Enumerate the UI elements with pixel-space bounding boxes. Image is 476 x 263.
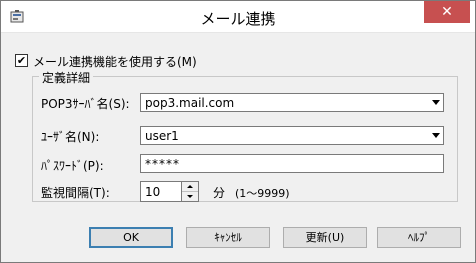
arrow-up-icon xyxy=(187,185,193,188)
ok-button[interactable]: OK xyxy=(89,227,173,248)
chevron-down-icon[interactable] xyxy=(432,133,440,138)
check-icon: ✔ xyxy=(16,54,27,67)
close-icon: ✕ xyxy=(441,4,453,20)
chevron-down-icon[interactable] xyxy=(432,100,440,105)
spin-up-button[interactable] xyxy=(182,182,198,192)
window-title: メール連携 xyxy=(200,10,276,28)
interval-value: 10 xyxy=(145,185,161,199)
dialog-body: ✔ メール連携機能を使用する(M) 定義詳細 POP3ｻｰﾊﾞ名(S): pop… xyxy=(1,33,475,262)
password-value: ***** xyxy=(145,157,180,171)
close-button[interactable]: ✕ xyxy=(424,1,470,23)
cancel-button[interactable]: ｷｬﾝｾﾙ xyxy=(186,227,270,248)
arrow-down-icon xyxy=(187,195,193,198)
interval-spinner xyxy=(182,181,199,202)
interval-range-hint: (1〜9999) xyxy=(235,187,290,200)
interval-input[interactable]: 10 xyxy=(140,181,182,202)
enable-mail-link-checkbox[interactable]: ✔ xyxy=(15,54,28,67)
pop3-server-value: pop3.mail.com xyxy=(145,96,235,110)
password-label: ﾊﾟｽﾜｰﾄﾞ(P): xyxy=(41,159,104,173)
user-name-combo[interactable]: user1 xyxy=(140,126,444,145)
user-name-value: user1 xyxy=(145,129,179,143)
interval-label: 監視間隔(T): xyxy=(41,186,110,200)
help-button[interactable]: ﾍﾙﾌﾟ xyxy=(377,227,461,248)
interval-unit: 分 xyxy=(213,186,226,200)
spin-down-button[interactable] xyxy=(182,192,198,202)
pop3-server-combo[interactable]: pop3.mail.com xyxy=(140,93,444,112)
pop3-server-label: POP3ｻｰﾊﾞ名(S): xyxy=(41,97,130,111)
update-button[interactable]: 更新(U) xyxy=(283,227,367,248)
password-field[interactable]: ***** xyxy=(140,154,444,173)
user-name-label: ﾕｰｻﾞ名(N): xyxy=(41,130,100,144)
mail-link-dialog: メール連携 ✕ ✔ メール連携機能を使用する(M) 定義詳細 POP3ｻｰﾊﾞ名… xyxy=(0,0,476,263)
enable-mail-link-label[interactable]: メール連携機能を使用する(M) xyxy=(33,53,197,70)
details-group-title: 定義詳細 xyxy=(39,69,94,86)
title-bar[interactable]: メール連携 ✕ xyxy=(1,1,475,33)
